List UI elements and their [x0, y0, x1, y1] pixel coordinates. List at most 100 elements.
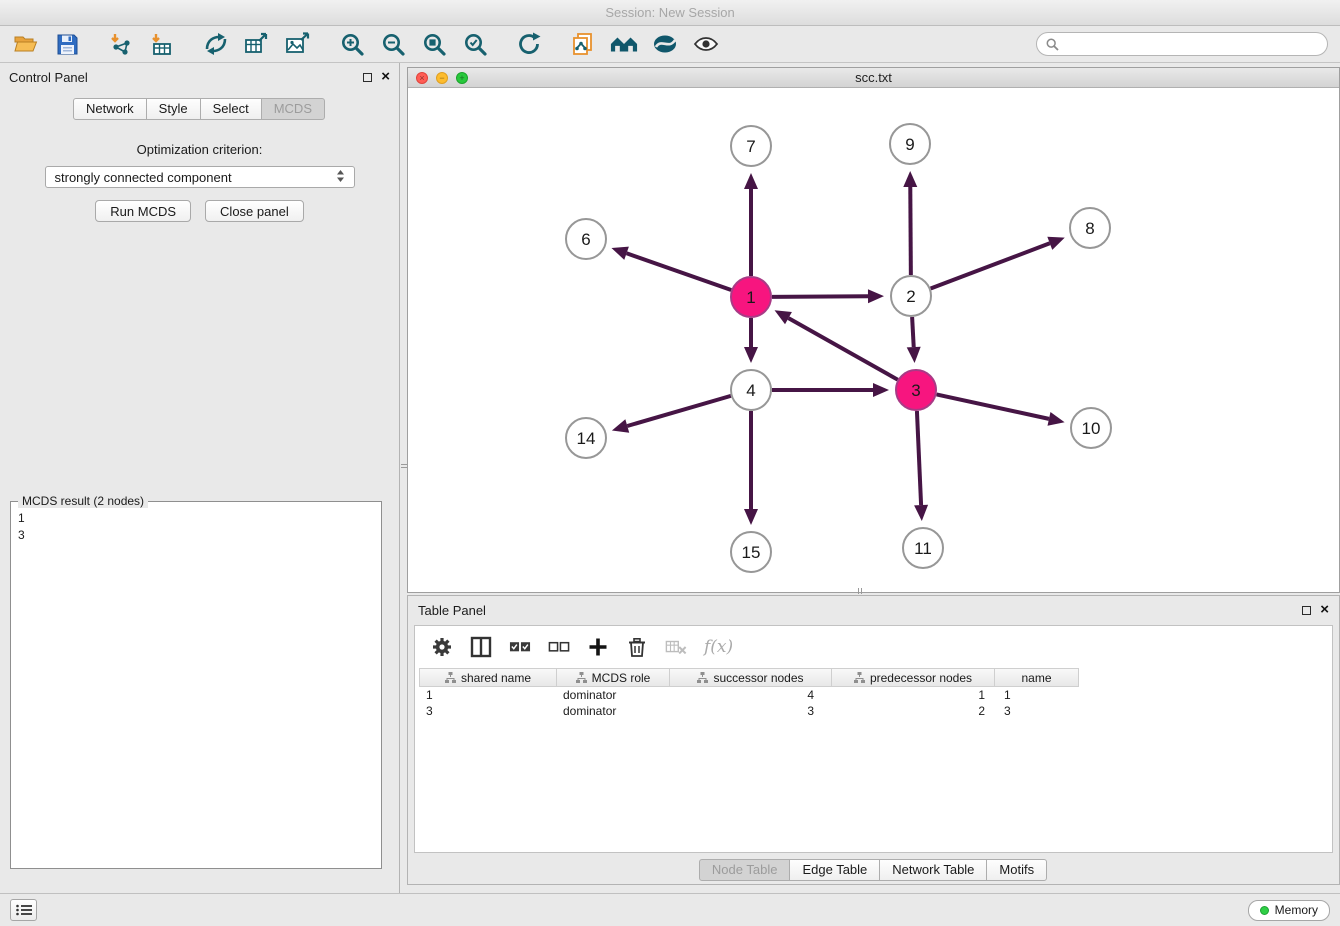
show-columns-button[interactable]	[470, 636, 492, 658]
graph-node-1[interactable]: 1	[731, 277, 771, 317]
maximize-window-icon[interactable]: +	[456, 72, 468, 84]
horizontal-splitter-grip[interactable]	[858, 588, 862, 594]
export-image-button[interactable]	[284, 30, 312, 58]
tab-select[interactable]: Select	[200, 98, 262, 120]
table-panel-title: Table Panel	[418, 603, 486, 618]
network-canvas[interactable]: 7 9 6 8 1 2 4 3 14 10 15 11	[408, 88, 1339, 592]
table-tabs: Node Table Edge Table Network Table Moti…	[408, 859, 1339, 881]
zoom-out-button[interactable]	[379, 30, 407, 58]
graph-node-2[interactable]: 2	[891, 276, 931, 316]
home-icon	[610, 33, 638, 55]
zoom-selected-button[interactable]	[461, 30, 489, 58]
delete-table-button[interactable]	[665, 636, 687, 658]
zoom-out-icon	[381, 32, 406, 57]
column-header-name[interactable]: name	[995, 669, 1078, 686]
network-arrows-button[interactable]	[202, 30, 230, 58]
svg-text:6: 6	[581, 230, 590, 249]
graph-edge-1-7[interactable]	[744, 173, 758, 276]
graph-edge-3-1[interactable]	[775, 310, 898, 379]
zoom-in-button[interactable]	[338, 30, 366, 58]
graph-node-15[interactable]: 15	[731, 532, 771, 572]
deselect-all-columns-button[interactable]	[548, 636, 570, 658]
svg-text:15: 15	[742, 543, 761, 562]
plus-icon	[587, 636, 609, 658]
graph-edge-1-2[interactable]	[772, 289, 884, 303]
column-header-shared-name[interactable]: shared name	[420, 669, 557, 686]
graph-node-10[interactable]: 10	[1071, 408, 1111, 448]
tab-style[interactable]: Style	[146, 98, 201, 120]
graph-edge-2-3[interactable]	[907, 317, 921, 363]
create-column-button[interactable]	[587, 636, 609, 658]
graph-node-8[interactable]: 8	[1070, 208, 1110, 248]
column-header-successor-nodes[interactable]: successor nodes	[670, 669, 832, 686]
graph-edge-4-3[interactable]	[772, 383, 889, 397]
search-input[interactable]	[1064, 37, 1318, 51]
tab-network[interactable]: Network	[73, 98, 147, 120]
optimization-criterion-select[interactable]: strongly connected component	[45, 166, 355, 188]
close-window-icon[interactable]: ×	[416, 72, 428, 84]
graph-edge-4-14[interactable]	[612, 396, 731, 433]
import-table-button[interactable]	[148, 30, 176, 58]
tab-network-table[interactable]: Network Table	[879, 859, 987, 881]
select-all-columns-button[interactable]	[509, 636, 531, 658]
graph-edge-2-9[interactable]	[903, 171, 917, 275]
zoom-fit-button[interactable]	[420, 30, 448, 58]
graph-node-9[interactable]: 9	[890, 124, 930, 164]
delete-table-icon	[665, 636, 687, 658]
graph-edge-3-10[interactable]	[937, 394, 1065, 425]
graph-node-3[interactable]: 3	[896, 370, 936, 410]
save-session-button[interactable]	[53, 30, 81, 58]
refresh-group	[515, 30, 543, 58]
graph-node-11[interactable]: 11	[903, 528, 943, 568]
network-from-selection-button[interactable]	[569, 30, 597, 58]
svg-text:3: 3	[911, 381, 920, 400]
mcds-result-box: MCDS result (2 nodes) 1 3	[10, 501, 382, 869]
export-image-icon	[285, 32, 311, 56]
float-panel-icon[interactable]	[363, 73, 372, 82]
tab-mcds[interactable]: MCDS	[261, 98, 325, 120]
graph-node-7[interactable]: 7	[731, 126, 771, 166]
memory-button[interactable]: Memory	[1248, 900, 1330, 921]
graph-edge-2-8[interactable]	[931, 237, 1065, 289]
apply-style-button[interactable]	[651, 30, 679, 58]
tab-node-table[interactable]: Node Table	[699, 859, 791, 881]
graph-node-14[interactable]: 14	[566, 418, 606, 458]
table-row[interactable]: 1 dominator 4 1 1	[419, 687, 1079, 703]
window-titlebar[interactable]: Session: New Session	[0, 0, 1340, 26]
cell-mcds-role: dominator	[556, 703, 669, 719]
task-history-button[interactable]	[10, 899, 37, 921]
home-views-button[interactable]	[610, 30, 638, 58]
graph-edge-4-15[interactable]	[744, 411, 758, 525]
run-mcds-button[interactable]: Run MCDS	[95, 200, 191, 222]
column-header-mcds-role[interactable]: MCDS role	[557, 669, 670, 686]
function-builder-button[interactable]: f(x)	[704, 637, 733, 657]
column-header-predecessor-nodes[interactable]: predecessor nodes	[832, 669, 995, 686]
network-window-titlebar[interactable]: × − + scc.txt	[408, 68, 1339, 88]
close-panel-icon[interactable]: ×	[381, 72, 390, 82]
import-network-button[interactable]	[107, 30, 135, 58]
export-table-button[interactable]	[243, 30, 271, 58]
table-row[interactable]: 3 dominator 3 2 3	[419, 703, 1079, 719]
svg-text:14: 14	[577, 429, 596, 448]
search-box[interactable]	[1036, 32, 1328, 56]
close-table-panel-icon[interactable]: ×	[1320, 605, 1329, 615]
tab-edge-table[interactable]: Edge Table	[789, 859, 880, 881]
graph-node-6[interactable]: 6	[566, 219, 606, 259]
minimize-window-icon[interactable]: −	[436, 72, 448, 84]
zoom-selected-icon	[463, 32, 488, 57]
graph-node-4[interactable]: 4	[731, 370, 771, 410]
view-group	[569, 30, 720, 58]
unchecked-boxes-icon	[548, 636, 570, 658]
delete-column-button[interactable]	[626, 636, 648, 658]
open-session-button[interactable]	[12, 30, 40, 58]
close-panel-button[interactable]: Close panel	[205, 200, 304, 222]
graph-edge-1-4[interactable]	[744, 318, 758, 363]
show-graphics-details-button[interactable]	[692, 30, 720, 58]
refresh-view-button[interactable]	[515, 30, 543, 58]
tab-motifs[interactable]: Motifs	[986, 859, 1047, 881]
float-table-panel-icon[interactable]	[1302, 606, 1311, 615]
graph-edge-3-11[interactable]	[914, 411, 928, 521]
graph-edge-1-6[interactable]	[611, 247, 731, 290]
list-icon	[16, 904, 32, 916]
table-settings-button[interactable]	[431, 636, 453, 658]
